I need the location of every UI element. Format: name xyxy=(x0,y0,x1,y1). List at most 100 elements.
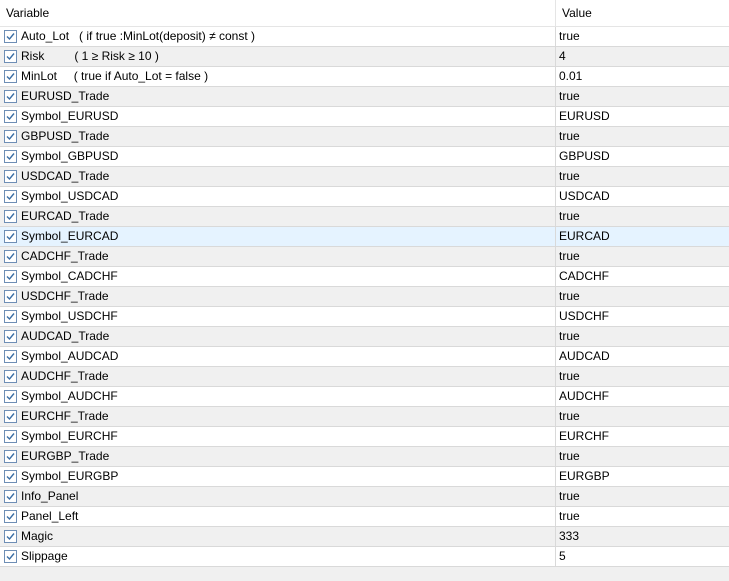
variable-value[interactable]: 0.01 xyxy=(559,67,582,86)
checkbox[interactable] xyxy=(4,550,17,563)
checkbox[interactable] xyxy=(4,150,17,163)
table-row[interactable]: Magic 333 xyxy=(0,527,729,547)
checkbox[interactable] xyxy=(4,190,17,203)
checkmark-icon xyxy=(6,433,15,441)
value-column-header[interactable]: Value xyxy=(562,0,592,26)
checkbox[interactable] xyxy=(4,130,17,143)
checkbox[interactable] xyxy=(4,310,17,323)
checkbox[interactable] xyxy=(4,450,17,463)
column-divider xyxy=(555,367,556,387)
variable-value[interactable]: true xyxy=(559,247,580,266)
variable-name: Symbol_EURUSD xyxy=(21,109,119,123)
checkbox[interactable] xyxy=(4,50,17,63)
variable-name: MinLot ( true if Auto_Lot = false ) xyxy=(21,69,209,83)
variable-name: USDCHF_Trade xyxy=(21,289,109,303)
variable-value[interactable]: true xyxy=(559,127,580,146)
variable-value[interactable]: true xyxy=(559,507,580,526)
table-row[interactable]: AUDCAD_Trade true xyxy=(0,327,729,347)
column-divider xyxy=(555,447,556,467)
table-row[interactable]: EURUSD_Trade true xyxy=(0,87,729,107)
table-row[interactable]: Symbol_EURCHF EURCHF xyxy=(0,427,729,447)
variable-column-header[interactable]: Variable xyxy=(6,0,49,26)
variable-name: Symbol_AUDCAD xyxy=(21,349,119,363)
column-divider xyxy=(555,207,556,227)
table-row[interactable]: Risk ( 1 ≥ Risk ≥ 10 ) 4 xyxy=(0,47,729,67)
checkbox[interactable] xyxy=(4,90,17,103)
checkbox[interactable] xyxy=(4,170,17,183)
table-row[interactable]: Auto_Lot ( if true :MinLot(deposit) ≠ co… xyxy=(0,27,729,47)
variable-value[interactable]: true xyxy=(559,287,580,306)
variable-value[interactable]: true xyxy=(559,27,580,46)
table-row[interactable]: Info_Panel true xyxy=(0,487,729,507)
checkmark-icon xyxy=(6,193,15,201)
table-row[interactable]: Symbol_GBPUSD GBPUSD xyxy=(0,147,729,167)
table-row[interactable]: EURCHF_Trade true xyxy=(0,407,729,427)
checkbox[interactable] xyxy=(4,290,17,303)
checkbox[interactable] xyxy=(4,210,17,223)
variable-value[interactable]: AUDCHF xyxy=(559,387,609,406)
table-row[interactable]: MinLot ( true if Auto_Lot = false ) 0.01 xyxy=(0,67,729,87)
variable-value[interactable]: GBPUSD xyxy=(559,147,610,166)
table-row[interactable]: EURGBP_Trade true xyxy=(0,447,729,467)
variable-value[interactable]: USDCHF xyxy=(559,307,609,326)
checkbox[interactable] xyxy=(4,270,17,283)
checkmark-icon xyxy=(6,333,15,341)
checkbox[interactable] xyxy=(4,430,17,443)
variable-value[interactable]: true xyxy=(559,367,580,386)
checkbox[interactable] xyxy=(4,470,17,483)
checkbox[interactable] xyxy=(4,390,17,403)
table-row[interactable]: EURCAD_Trade true xyxy=(0,207,729,227)
variable-value[interactable]: CADCHF xyxy=(559,267,609,286)
table-row[interactable]: CADCHF_Trade true xyxy=(0,247,729,267)
table-row[interactable]: AUDCHF_Trade true xyxy=(0,367,729,387)
variable-value[interactable]: 4 xyxy=(559,47,566,66)
table-row[interactable]: Slippage 5 xyxy=(0,547,729,567)
variable-name: Magic xyxy=(21,529,54,543)
column-divider xyxy=(555,187,556,207)
header-column-divider[interactable] xyxy=(555,0,556,26)
variable-value[interactable]: true xyxy=(559,447,580,466)
table-row[interactable]: Symbol_USDCHF USDCHF xyxy=(0,307,729,327)
checkbox[interactable] xyxy=(4,350,17,363)
table-row[interactable]: Panel_Left true xyxy=(0,507,729,527)
variable-value[interactable]: 5 xyxy=(559,547,566,566)
variable-name: EURCHF_Trade xyxy=(21,409,109,423)
table-row[interactable]: Symbol_EURUSD EURUSD xyxy=(0,107,729,127)
checkbox[interactable] xyxy=(4,250,17,263)
variable-value[interactable]: true xyxy=(559,407,580,426)
checkmark-icon xyxy=(6,213,15,221)
checkbox[interactable] xyxy=(4,530,17,543)
variable-value[interactable]: 333 xyxy=(559,527,579,546)
variable-value[interactable]: EURGBP xyxy=(559,467,610,486)
table-row[interactable]: Symbol_EURGBP EURGBP xyxy=(0,467,729,487)
table-row[interactable]: USDCHF_Trade true xyxy=(0,287,729,307)
checkbox[interactable] xyxy=(4,70,17,83)
variable-value[interactable]: USDCAD xyxy=(559,187,610,206)
checkbox[interactable] xyxy=(4,490,17,503)
table-row[interactable]: Symbol_EURCAD EURCAD xyxy=(0,227,729,247)
variable-value[interactable]: true xyxy=(559,487,580,506)
variable-value[interactable]: EURCHF xyxy=(559,427,609,446)
variable-value[interactable]: EURCAD xyxy=(559,227,610,246)
table-row[interactable]: Symbol_CADCHF CADCHF xyxy=(0,267,729,287)
variable-value[interactable]: EURUSD xyxy=(559,107,610,126)
checkbox[interactable] xyxy=(4,110,17,123)
checkbox[interactable] xyxy=(4,510,17,523)
variable-value[interactable]: true xyxy=(559,167,580,186)
variable-value[interactable]: true xyxy=(559,87,580,106)
variable-value[interactable]: AUDCAD xyxy=(559,347,610,366)
checkbox[interactable] xyxy=(4,370,17,383)
checkmark-icon xyxy=(6,73,15,81)
table-row[interactable]: GBPUSD_Trade true xyxy=(0,127,729,147)
table-row[interactable]: Symbol_AUDCAD AUDCAD xyxy=(0,347,729,367)
table-row[interactable]: Symbol_AUDCHF AUDCHF xyxy=(0,387,729,407)
checkbox[interactable] xyxy=(4,330,17,343)
checkbox[interactable] xyxy=(4,230,17,243)
checkbox[interactable] xyxy=(4,410,17,423)
variable-value[interactable]: true xyxy=(559,327,580,346)
variable-value[interactable]: true xyxy=(559,207,580,226)
table-row[interactable]: USDCAD_Trade true xyxy=(0,167,729,187)
table-row[interactable]: Symbol_USDCAD USDCAD xyxy=(0,187,729,207)
column-divider xyxy=(555,527,556,547)
checkbox[interactable] xyxy=(4,30,17,43)
